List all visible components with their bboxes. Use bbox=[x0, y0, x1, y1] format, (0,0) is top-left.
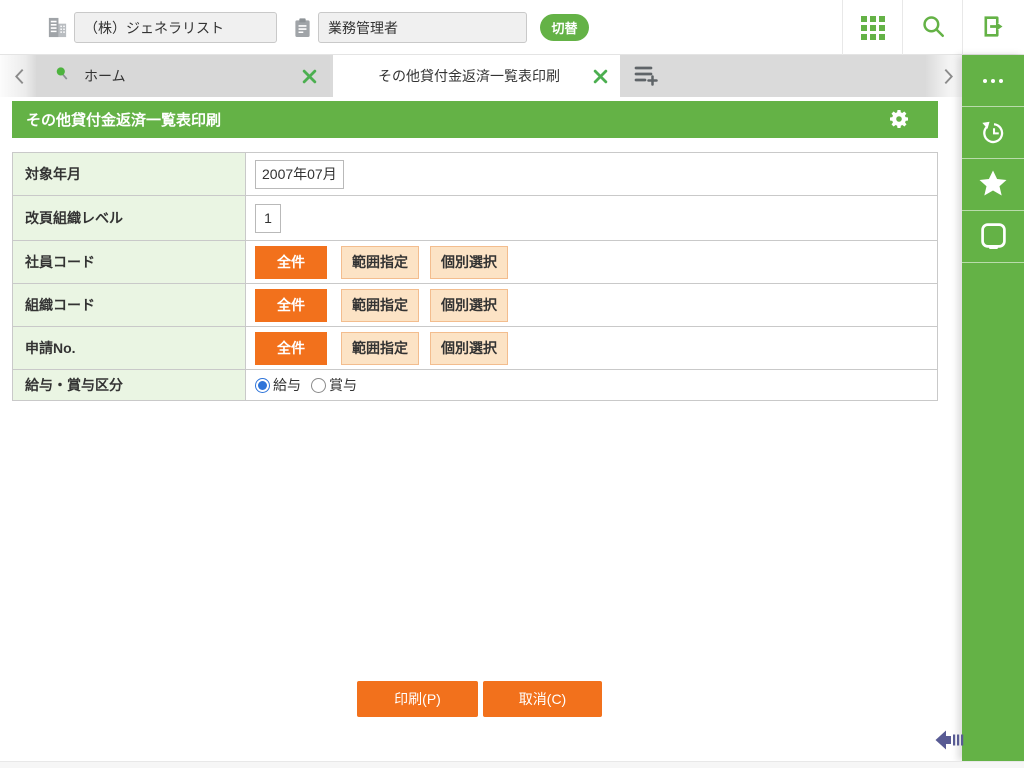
tab-home-close-icon[interactable] bbox=[302, 69, 317, 84]
employee-code-all-button[interactable]: 全件 bbox=[255, 246, 327, 279]
tabs-scroll-right-button[interactable] bbox=[941, 68, 955, 84]
salary-radio-option[interactable]: 給与 bbox=[255, 375, 301, 395]
form-table: 対象年月 改頁組織レベル 社員コード 全件 範囲指定 個別選択 組織コード 全件… bbox=[12, 152, 938, 401]
field-label: 改頁組織レベル bbox=[13, 196, 246, 240]
collapse-arrow-icon bbox=[934, 740, 964, 755]
application-no-range-button[interactable]: 範囲指定 bbox=[341, 332, 419, 365]
chevron-left-icon bbox=[14, 73, 25, 88]
building-icon bbox=[46, 16, 69, 44]
form-row-target-month: 対象年月 bbox=[13, 153, 937, 196]
ellipsis-icon bbox=[981, 79, 1005, 83]
page-break-level-input[interactable] bbox=[255, 204, 281, 233]
radio-checked-icon[interactable] bbox=[255, 378, 270, 393]
tab-bar: ホーム その他貸付金返済一覧表印刷 bbox=[0, 55, 962, 97]
role-field[interactable] bbox=[318, 12, 527, 43]
tab-active-label: その他貸付金返済一覧表印刷 bbox=[345, 66, 593, 86]
form-row-employee-code: 社員コード 全件 範囲指定 個別選択 bbox=[13, 241, 937, 284]
settings-button[interactable] bbox=[886, 107, 912, 133]
top-bar: 切替 bbox=[0, 0, 1024, 55]
tray-icon bbox=[980, 222, 1007, 252]
field-label: 対象年月 bbox=[13, 153, 246, 195]
cancel-button[interactable]: 取消(C) bbox=[483, 681, 602, 717]
employee-code-range-button[interactable]: 範囲指定 bbox=[341, 246, 419, 279]
app-grid-icon bbox=[861, 16, 885, 40]
history-icon bbox=[978, 116, 1009, 150]
chevron-right-icon bbox=[943, 73, 954, 88]
star-icon bbox=[978, 169, 1008, 201]
tab-home[interactable]: ホーム bbox=[36, 55, 330, 97]
app-launcher-button[interactable] bbox=[845, 0, 901, 55]
target-month-input[interactable] bbox=[255, 160, 344, 189]
more-button[interactable] bbox=[962, 55, 1024, 107]
favorites-button[interactable] bbox=[962, 159, 1024, 211]
radio-unchecked-icon[interactable] bbox=[311, 378, 326, 393]
field-label: 組織コード bbox=[13, 284, 246, 326]
clipboard-icon bbox=[293, 17, 312, 43]
search-button[interactable] bbox=[905, 0, 961, 55]
tab-home-label: ホーム bbox=[84, 66, 126, 86]
divider bbox=[842, 0, 843, 55]
field-label: 社員コード bbox=[13, 241, 246, 283]
bottom-strip bbox=[0, 761, 1024, 768]
gear-icon bbox=[887, 119, 911, 134]
application-no-all-button[interactable]: 全件 bbox=[255, 332, 327, 365]
field-label: 給与・賞与区分 bbox=[13, 370, 246, 400]
search-icon bbox=[920, 13, 946, 42]
history-button[interactable] bbox=[962, 107, 1024, 159]
radio-label: 給与 bbox=[273, 375, 301, 395]
employee-code-individual-button[interactable]: 個別選択 bbox=[430, 246, 508, 279]
application-no-individual-button[interactable]: 個別選択 bbox=[430, 332, 508, 365]
form-row-application-no: 申請No. 全件 範囲指定 個別選択 bbox=[13, 327, 937, 370]
tab-active-close-icon[interactable] bbox=[593, 69, 608, 84]
new-tab-button[interactable] bbox=[622, 55, 670, 97]
form-row-page-break-level: 改頁組織レベル bbox=[13, 196, 937, 241]
org-code-individual-button[interactable]: 個別選択 bbox=[430, 289, 508, 322]
pin-icon bbox=[54, 65, 71, 88]
bonus-radio-option[interactable]: 賞与 bbox=[311, 375, 357, 395]
page-header: その他貸付金返済一覧表印刷 bbox=[12, 101, 938, 138]
tab-add-icon bbox=[632, 63, 660, 90]
divider bbox=[902, 0, 903, 55]
logout-icon bbox=[980, 13, 1007, 43]
collapse-panel-button[interactable] bbox=[933, 728, 965, 754]
company-field[interactable] bbox=[74, 12, 277, 43]
tray-button[interactable] bbox=[962, 211, 1024, 263]
tabs-scroll-left-button[interactable] bbox=[12, 68, 26, 84]
logout-button[interactable] bbox=[965, 0, 1021, 55]
divider bbox=[962, 0, 963, 55]
org-code-all-button[interactable]: 全件 bbox=[255, 289, 327, 322]
switch-button[interactable]: 切替 bbox=[540, 14, 589, 41]
field-label: 申請No. bbox=[13, 327, 246, 369]
form-row-org-code: 組織コード 全件 範囲指定 個別選択 bbox=[13, 284, 937, 327]
org-code-range-button[interactable]: 範囲指定 bbox=[341, 289, 419, 322]
print-button[interactable]: 印刷(P) bbox=[357, 681, 478, 717]
tab-active[interactable]: その他貸付金返済一覧表印刷 bbox=[333, 55, 620, 97]
radio-label: 賞与 bbox=[329, 375, 357, 395]
form-row-salary-bonus: 給与・賞与区分 給与 賞与 bbox=[13, 370, 937, 401]
right-sidebar bbox=[962, 55, 1024, 761]
page-title: その他貸付金返済一覧表印刷 bbox=[12, 109, 221, 130]
